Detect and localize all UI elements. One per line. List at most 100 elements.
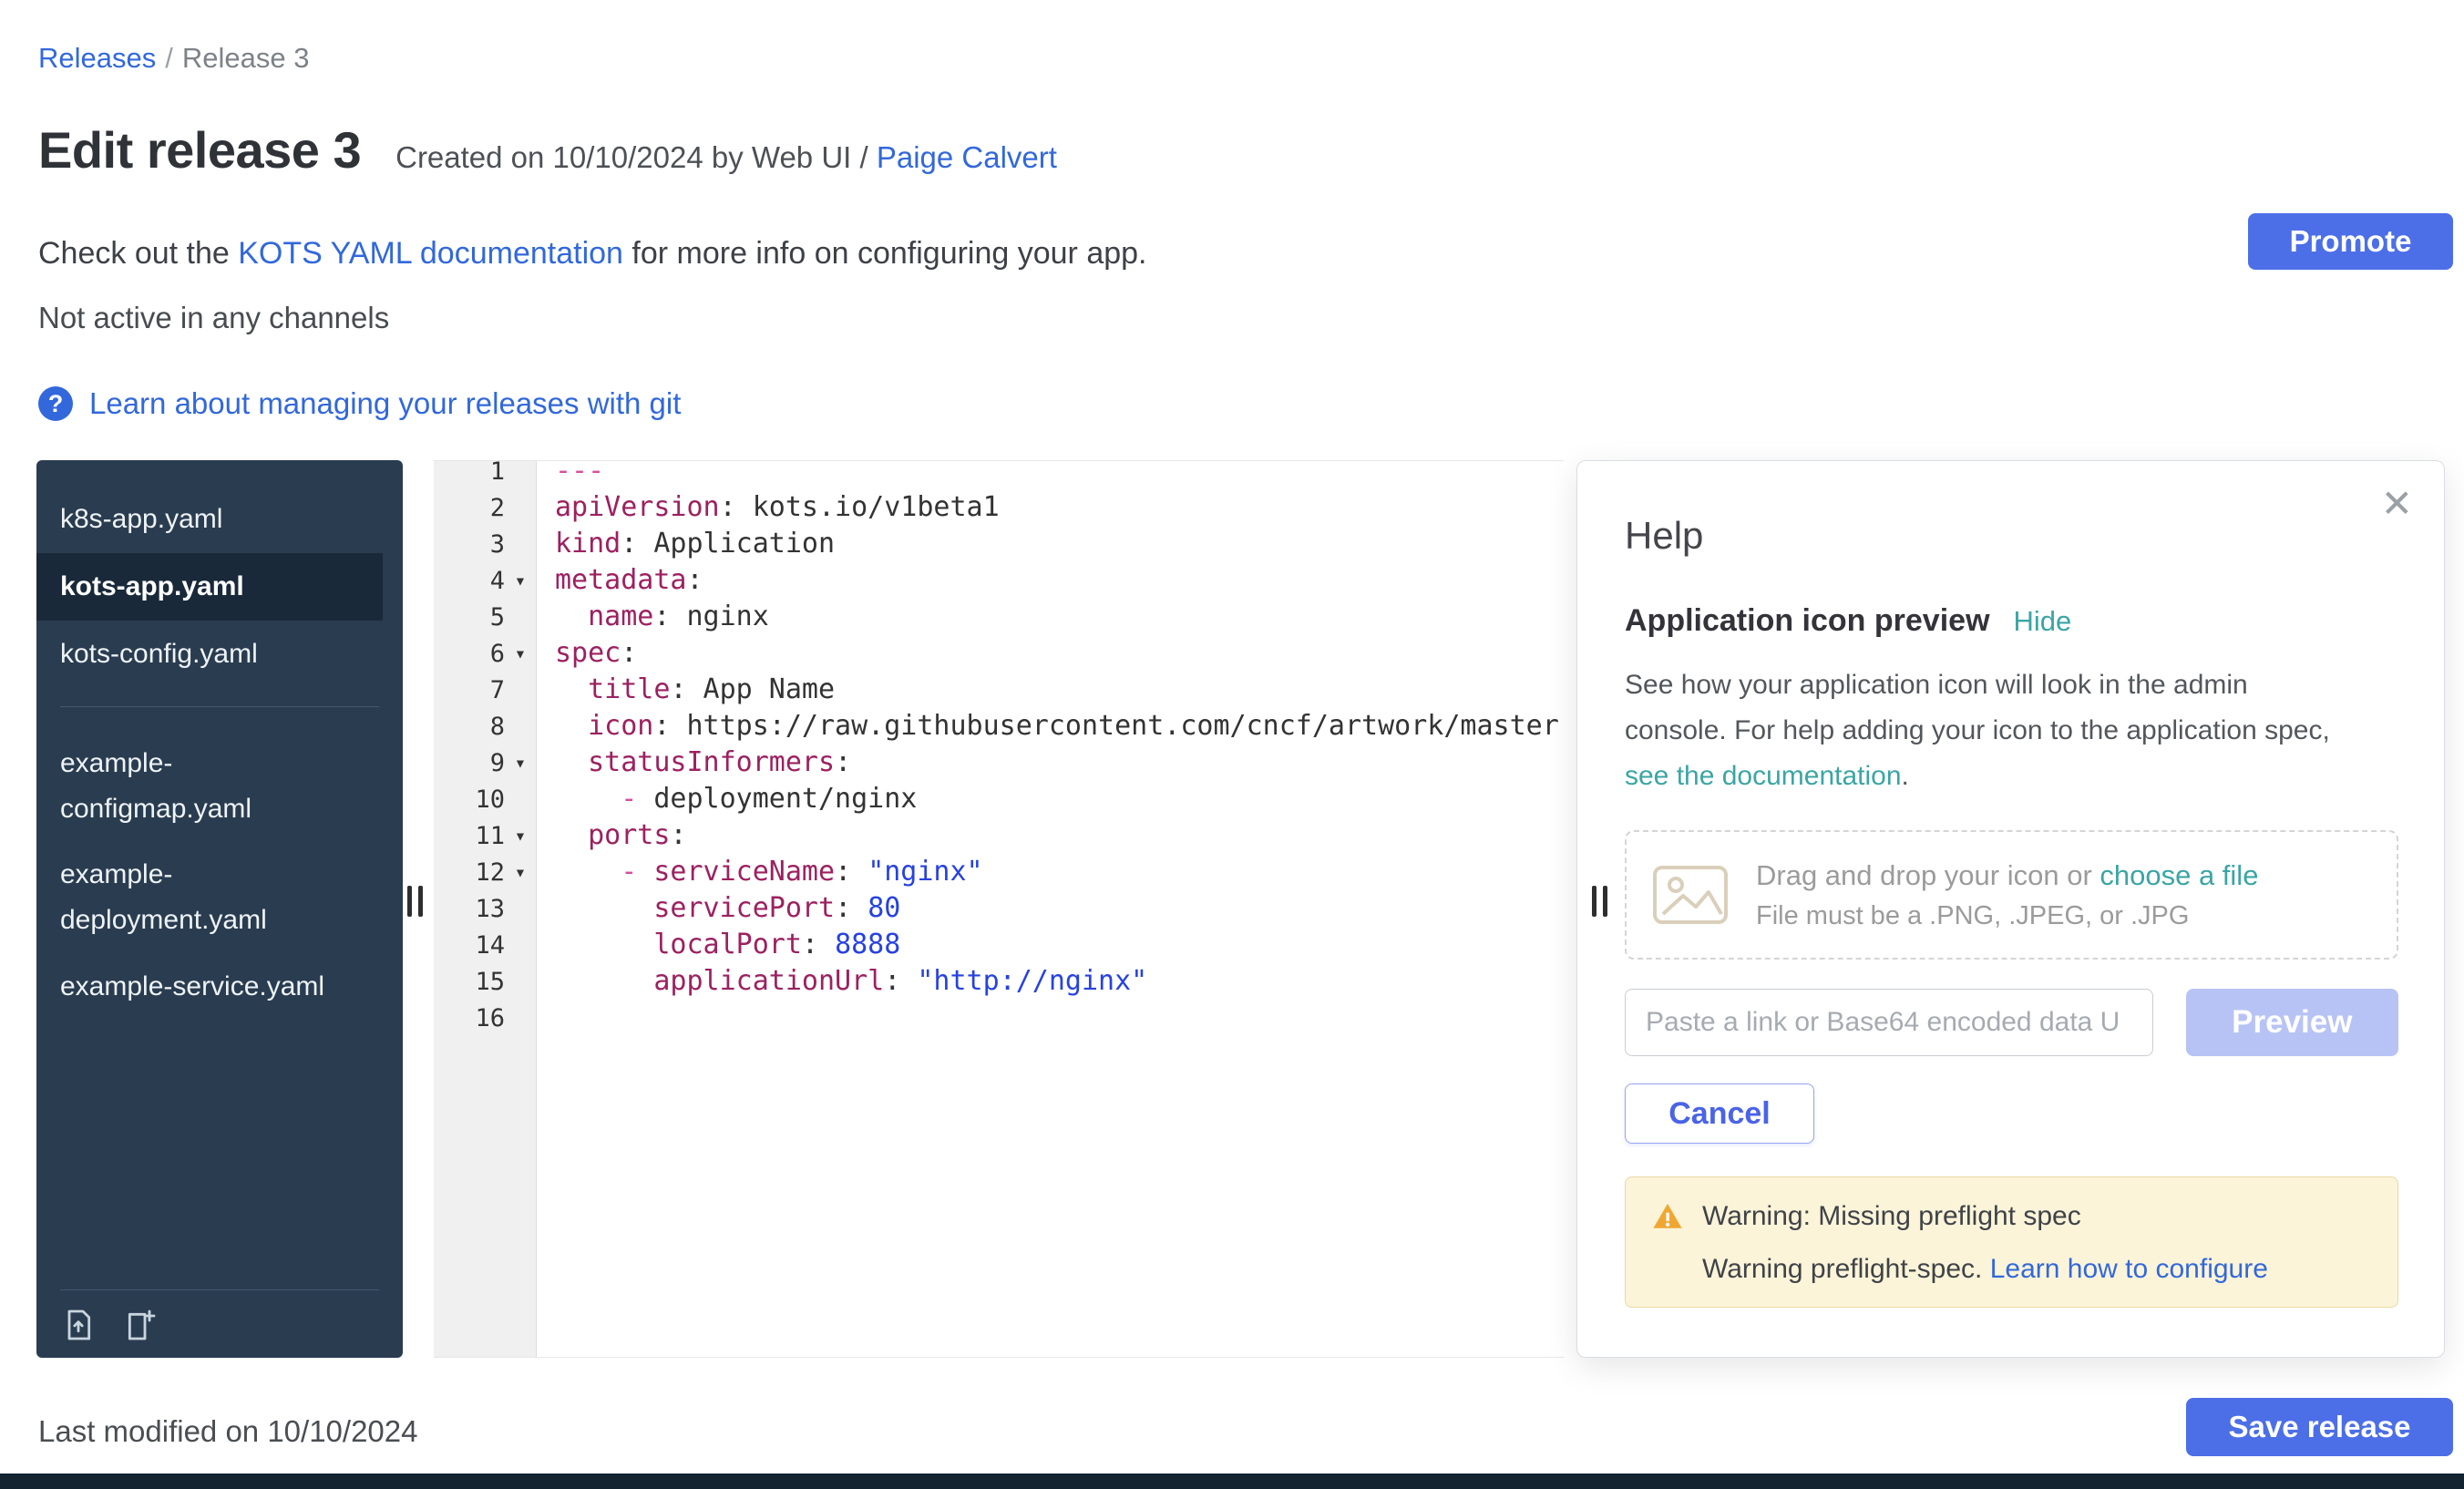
file-tree-item[interactable]: kots-config.yaml [36, 621, 383, 688]
code-line[interactable]: title: App Name [537, 672, 1564, 708]
page-title: Edit release 3 [38, 120, 361, 180]
code-token [555, 746, 588, 778]
close-icon[interactable]: ✕ [2381, 485, 2413, 523]
promote-button[interactable]: Promote [2248, 213, 2453, 270]
new-file-icon[interactable] [122, 1307, 159, 1343]
line-number: 14 [434, 931, 505, 960]
title-row: Edit release 3 Created on 10/10/2024 by … [38, 120, 1057, 180]
line-number: 16 [434, 1004, 505, 1032]
icon-url-input[interactable] [1625, 989, 2153, 1056]
code-token: ports [588, 819, 670, 851]
code-token: : [835, 856, 868, 888]
code-token: : nginx [653, 601, 768, 632]
upload-file-icon[interactable] [60, 1307, 97, 1343]
code-token: : [621, 637, 637, 669]
file-tree-item[interactable]: example- configmap.yaml [36, 731, 383, 842]
code-line[interactable]: apiVersion: kots.io/v1beta1 [537, 489, 1564, 526]
pane-resize-handle-right[interactable] [1592, 886, 1607, 917]
code-token: - [621, 783, 653, 815]
code-token [555, 673, 588, 705]
cancel-button[interactable]: Cancel [1625, 1083, 1814, 1144]
code-token [555, 819, 588, 851]
code-line[interactable]: ports: [537, 817, 1564, 854]
help-panel: ✕ Help Application icon preview Hide See… [1576, 460, 2445, 1358]
code-token [555, 965, 653, 997]
code-line[interactable] [537, 1000, 1564, 1036]
choose-file-link[interactable]: choose a file [2100, 859, 2258, 891]
code-token: kind [555, 528, 621, 560]
code-line[interactable]: metadata: [537, 562, 1564, 599]
help-panel-title: Help [1625, 514, 2398, 558]
code-token: : [884, 965, 917, 997]
line-number: 7 [434, 676, 505, 704]
question-circle-icon[interactable]: ? [38, 386, 73, 421]
git-help-link[interactable]: Learn about managing your releases with … [89, 386, 681, 421]
code-line[interactable]: statusInformers: [537, 744, 1564, 781]
pane-resize-handle-left[interactable] [407, 886, 423, 917]
code-line[interactable]: kind: Application [537, 526, 1564, 562]
file-tree-item[interactable]: example- deployment.yaml [36, 842, 383, 953]
kots-docs-link[interactable]: KOTS YAML documentation [238, 236, 623, 271]
code-line[interactable]: --- [537, 461, 1564, 489]
code-token [555, 929, 653, 960]
code-token: localPort [653, 929, 802, 960]
line-number: 12 [434, 858, 505, 887]
gutter-line: 5 [434, 599, 536, 635]
breadcrumb-releases-link[interactable]: Releases [38, 42, 156, 74]
line-number: 2 [434, 494, 505, 522]
fold-caret-icon[interactable]: ▾ [505, 861, 536, 883]
docs-line: Check out the KOTS YAML documentation fo… [38, 233, 1147, 273]
code-token: : kots.io/v1beta1 [720, 491, 1000, 523]
fold-caret-icon[interactable]: ▾ [505, 570, 536, 591]
help-body: See how your application icon will look … [1625, 662, 2398, 799]
code-line[interactable]: applicationUrl: "http://nginx" [537, 963, 1564, 1000]
icon-dropzone[interactable]: Drag and drop your icon or choose a file… [1625, 830, 2398, 960]
warning-title: Warning: Missing preflight spec [1702, 1201, 2081, 1232]
file-tree-item[interactable]: kots-app.yaml [36, 553, 383, 621]
code-area[interactable]: ---apiVersion: kots.io/v1beta1kind: Appl… [537, 461, 1564, 1357]
code-token [555, 601, 588, 632]
fold-caret-icon[interactable]: ▾ [505, 752, 536, 774]
code-token: servicePort [653, 892, 835, 924]
gutter-line: 3 [434, 526, 536, 562]
code-token: metadata [555, 564, 687, 596]
code-line[interactable]: name: nginx [537, 599, 1564, 635]
file-tree-item[interactable]: k8s-app.yaml [36, 486, 383, 553]
learn-how-to-configure-link[interactable]: Learn how to configure [1990, 1254, 2268, 1284]
file-group-app: k8s-app.yamlkots-app.yamlkots-config.yam… [36, 460, 403, 688]
code-token: : App Name [670, 673, 835, 705]
editor-gutter: 1234▾56▾789▾1011▾12▾13141516 [434, 461, 537, 1357]
line-number: 5 [434, 603, 505, 632]
code-line[interactable]: localPort: 8888 [537, 927, 1564, 963]
code-token: spec [555, 637, 621, 669]
file-group-examples: example- configmap.yamlexample- deployme… [36, 731, 403, 1021]
code-line[interactable]: - deployment/nginx [537, 781, 1564, 817]
code-token: : [670, 819, 686, 851]
code-token: : [835, 892, 868, 924]
author-link[interactable]: Paige Calvert [877, 140, 1057, 174]
see-documentation-link[interactable]: see the documentation [1625, 761, 1902, 791]
code-token: applicationUrl [653, 965, 884, 997]
warning-text: Warning preflight-spec. [1702, 1254, 1990, 1284]
dropzone-hint: File must be a .PNG, .JPEG, or .JPG [1756, 901, 2258, 931]
code-line[interactable]: - serviceName: "nginx" [537, 854, 1564, 890]
code-line[interactable]: icon: https://raw.githubusercontent.com/… [537, 708, 1564, 744]
bottom-strip [0, 1474, 2464, 1489]
fold-caret-icon[interactable]: ▾ [505, 642, 536, 664]
file-tree-item[interactable]: example-service.yaml [36, 953, 383, 1021]
code-line[interactable]: servicePort: 80 [537, 890, 1564, 927]
breadcrumb: Releases/Release 3 [38, 42, 309, 75]
warning-triangle-icon [1651, 1201, 1684, 1232]
docs-suffix: for more info on configuring your app. [623, 236, 1147, 271]
code-token: : [835, 746, 851, 778]
yaml-code-editor[interactable]: 1234▾56▾789▾1011▾12▾13141516 ---apiVersi… [434, 460, 1564, 1358]
hide-link[interactable]: Hide [2014, 605, 2072, 638]
fold-caret-icon[interactable]: ▾ [505, 825, 536, 847]
warning-box: Warning: Missing preflight spec Warning … [1625, 1176, 2398, 1308]
code-line[interactable]: spec: [537, 635, 1564, 672]
preview-button[interactable]: Preview [2186, 989, 2398, 1056]
line-number: 9 [434, 749, 505, 777]
help-body-line: See how your application icon will look … [1625, 662, 2398, 708]
save-release-button[interactable]: Save release [2186, 1398, 2453, 1456]
last-modified-text: Last modified on 10/10/2024 [38, 1414, 417, 1449]
